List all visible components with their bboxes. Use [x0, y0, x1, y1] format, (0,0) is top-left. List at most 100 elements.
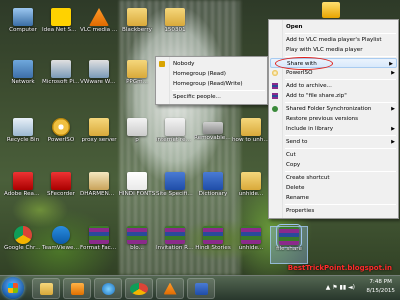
menu-item-copy[interactable]: Copy: [269, 160, 398, 170]
menu-item-include-in-library[interactable]: Include in library ▶: [269, 124, 398, 134]
clock[interactable]: 7:48 PM 8/15/2015: [366, 278, 395, 296]
desktop-icon-label: VWware Workstation: [80, 79, 118, 85]
sync-icon: [272, 106, 278, 112]
vlc-icon: [89, 8, 109, 26]
desktop-icon[interactable]: PowerISO: [42, 118, 80, 156]
desktop-icon-label: Format Factory: [80, 245, 118, 251]
desktop-icon-label: Google Chrome: [4, 245, 42, 251]
desktop-icon[interactable]: TeamViewer 10: [42, 226, 80, 264]
menu-item-cut[interactable]: Cut: [269, 150, 398, 160]
desktop-icon[interactable]: internet repair disk: [156, 118, 194, 156]
desktop-icon[interactable]: Format Factory: [80, 226, 118, 264]
share-with-submenu: Nobody Homegroup (Read) Homegroup (Read/Wr…: [155, 56, 268, 105]
taskbar-doc-button[interactable]: [187, 278, 215, 299]
desktop-icon[interactable]: 150301: [156, 8, 194, 46]
desktop-icon[interactable]: proxy server: [80, 118, 118, 156]
desktop-icon[interactable]: unhide...: [232, 172, 270, 210]
desktop-icon[interactable]: PPGm...: [118, 60, 156, 98]
menu-item-label: Add to VLC media player's Playlist: [286, 37, 382, 43]
taskbar-explorer-button[interactable]: [32, 278, 60, 299]
menu-separator: [285, 135, 396, 136]
rar-icon: [165, 226, 185, 244]
menu-item-create-shortcut[interactable]: Create shortcut: [269, 173, 398, 183]
system-tray-icons[interactable]: ▲ ⚑ ▮▮ ◄): [326, 284, 355, 291]
menu-item-add-to-vlc-media-player-s-playlist[interactable]: Add to VLC media player's Playlist: [269, 35, 398, 45]
menu-item-add-to-file-share-zip[interactable]: Add to "file share.zip": [269, 91, 398, 101]
menu-item-restore-previous-versions[interactable]: Restore previous versions: [269, 114, 398, 124]
start-button[interactable]: [2, 277, 24, 299]
desktop-icon-label: Blackberry: [122, 27, 152, 33]
desktop-icon[interactable]: VLC media player: [80, 8, 118, 46]
menu-item-play-with-vlc-media-player[interactable]: Play with VLC media player: [269, 45, 398, 55]
menu-item-shared-folder-synchronization[interactable]: Shared Folder Synchronization ▶: [269, 104, 398, 114]
menu-item-specific-people[interactable]: Specific people...: [156, 92, 267, 102]
desktop-icon-label: HINDI FONTS: [118, 191, 156, 197]
desktop-icon-label: proxy server: [81, 137, 117, 143]
desktop-icon[interactable]: VWware Workstation: [80, 60, 118, 98]
menu-separator: [285, 148, 396, 149]
desktop-icon[interactable]: Network: [4, 60, 42, 98]
desktop-icon-label: Dictionary: [198, 191, 228, 197]
desktop-icon[interactable]: DHARMENDRA RESUME: [80, 172, 118, 210]
desktop-icon[interactable]: Idea Net Setter: [42, 8, 80, 46]
taskbar-chrome-button[interactable]: [125, 278, 153, 299]
desktop-icon[interactable]: Google Chrome: [4, 226, 42, 264]
menu-item-label: PowerISO: [286, 70, 313, 76]
rar-icon: [89, 226, 109, 244]
desktop-shortcut-icon[interactable]: [322, 2, 340, 18]
menu-item-homegroup-read-write[interactable]: Homegroup (Read/Write): [156, 79, 267, 89]
net-icon: [13, 60, 33, 78]
tv-icon: [52, 226, 70, 244]
desktop-icon[interactable]: Invitation Right: [156, 226, 194, 264]
desktop-icon-label: TeamViewer 10: [42, 245, 80, 251]
desktop-icon[interactable]: blo...: [118, 226, 156, 264]
chrome-icon: [14, 226, 32, 244]
submenu-arrow-icon: ▶: [391, 70, 395, 76]
media-player-icon: [70, 282, 84, 295]
desktop-icon[interactable]: SFecorder: [42, 172, 80, 210]
desktop-icon[interactable]: Computer: [4, 8, 42, 46]
desktop-icon[interactable]: how to unhide...: [232, 118, 270, 156]
desktop-icon[interactable]: Removable Disk (E:): [194, 118, 232, 156]
menu-item-label: Shared Folder Synchronization: [286, 106, 372, 112]
menu-item-properties[interactable]: Properties: [269, 206, 398, 216]
desktop-icon[interactable]: file share: [270, 224, 308, 264]
menu-item-label: Delete: [286, 185, 305, 191]
desktop-icon-label: internet repair disk: [156, 137, 194, 143]
submenu-arrow-icon: ▶: [391, 139, 395, 145]
poweriso-icon: [272, 70, 278, 76]
desktop-icon-label: Network: [11, 79, 35, 85]
desktop-icon-label: SFecorder: [47, 191, 75, 197]
taskbar-vlc-button[interactable]: [156, 278, 184, 299]
menu-item-homegroup-read[interactable]: Homegroup (Read): [156, 69, 267, 79]
taskbar-media-button[interactable]: [63, 278, 91, 299]
desktop-icon-label: Computer: [9, 27, 37, 33]
desktop-icon[interactable]: Recycle Bin: [4, 118, 42, 156]
lock-icon: [159, 61, 165, 67]
desktop-icon[interactable]: Site Specific Document: [156, 172, 194, 210]
menu-item-open[interactable]: Open: [269, 22, 398, 32]
menu-item-label: Properties: [286, 208, 315, 214]
desktop-icon[interactable]: Adobe Reader 9: [4, 172, 42, 210]
desktop-icon[interactable]: Microsoft Picture Manager: [42, 60, 80, 98]
menu-item-send-to[interactable]: Send to ▶: [269, 137, 398, 147]
desktop-icon[interactable]: Dictionary: [194, 172, 232, 210]
taskbar-ie-button[interactable]: [94, 278, 122, 299]
folder-icon: [165, 8, 185, 26]
desktop-icon-label: VLC media player: [80, 27, 118, 33]
menu-item-nobody[interactable]: Nobody: [156, 59, 267, 69]
menu-item-label: Nobody: [173, 61, 195, 67]
desktop-icon-label: Removable Disk (E:): [194, 135, 232, 141]
desktop-icon-label: Adobe Reader 9: [4, 191, 42, 197]
menu-item-poweriso[interactable]: PowerISO ▶: [269, 68, 398, 78]
folder-icon: [241, 172, 261, 190]
desktop-icon[interactable]: Hindi Stories: [194, 226, 232, 264]
desktop-icon[interactable]: HINDI FONTS: [118, 172, 156, 210]
desktop-icon[interactable]: Blackberry: [118, 8, 156, 46]
menu-item-delete[interactable]: Delete: [269, 183, 398, 193]
desktop-icon[interactable]: unhide...: [232, 226, 270, 264]
menu-item-add-to-archive[interactable]: Add to archive...: [269, 81, 398, 91]
desktop-icon-label: Recycle Bin: [6, 137, 40, 143]
desktop-icon[interactable]: p: [118, 118, 156, 156]
menu-item-rename[interactable]: Rename: [269, 193, 398, 203]
